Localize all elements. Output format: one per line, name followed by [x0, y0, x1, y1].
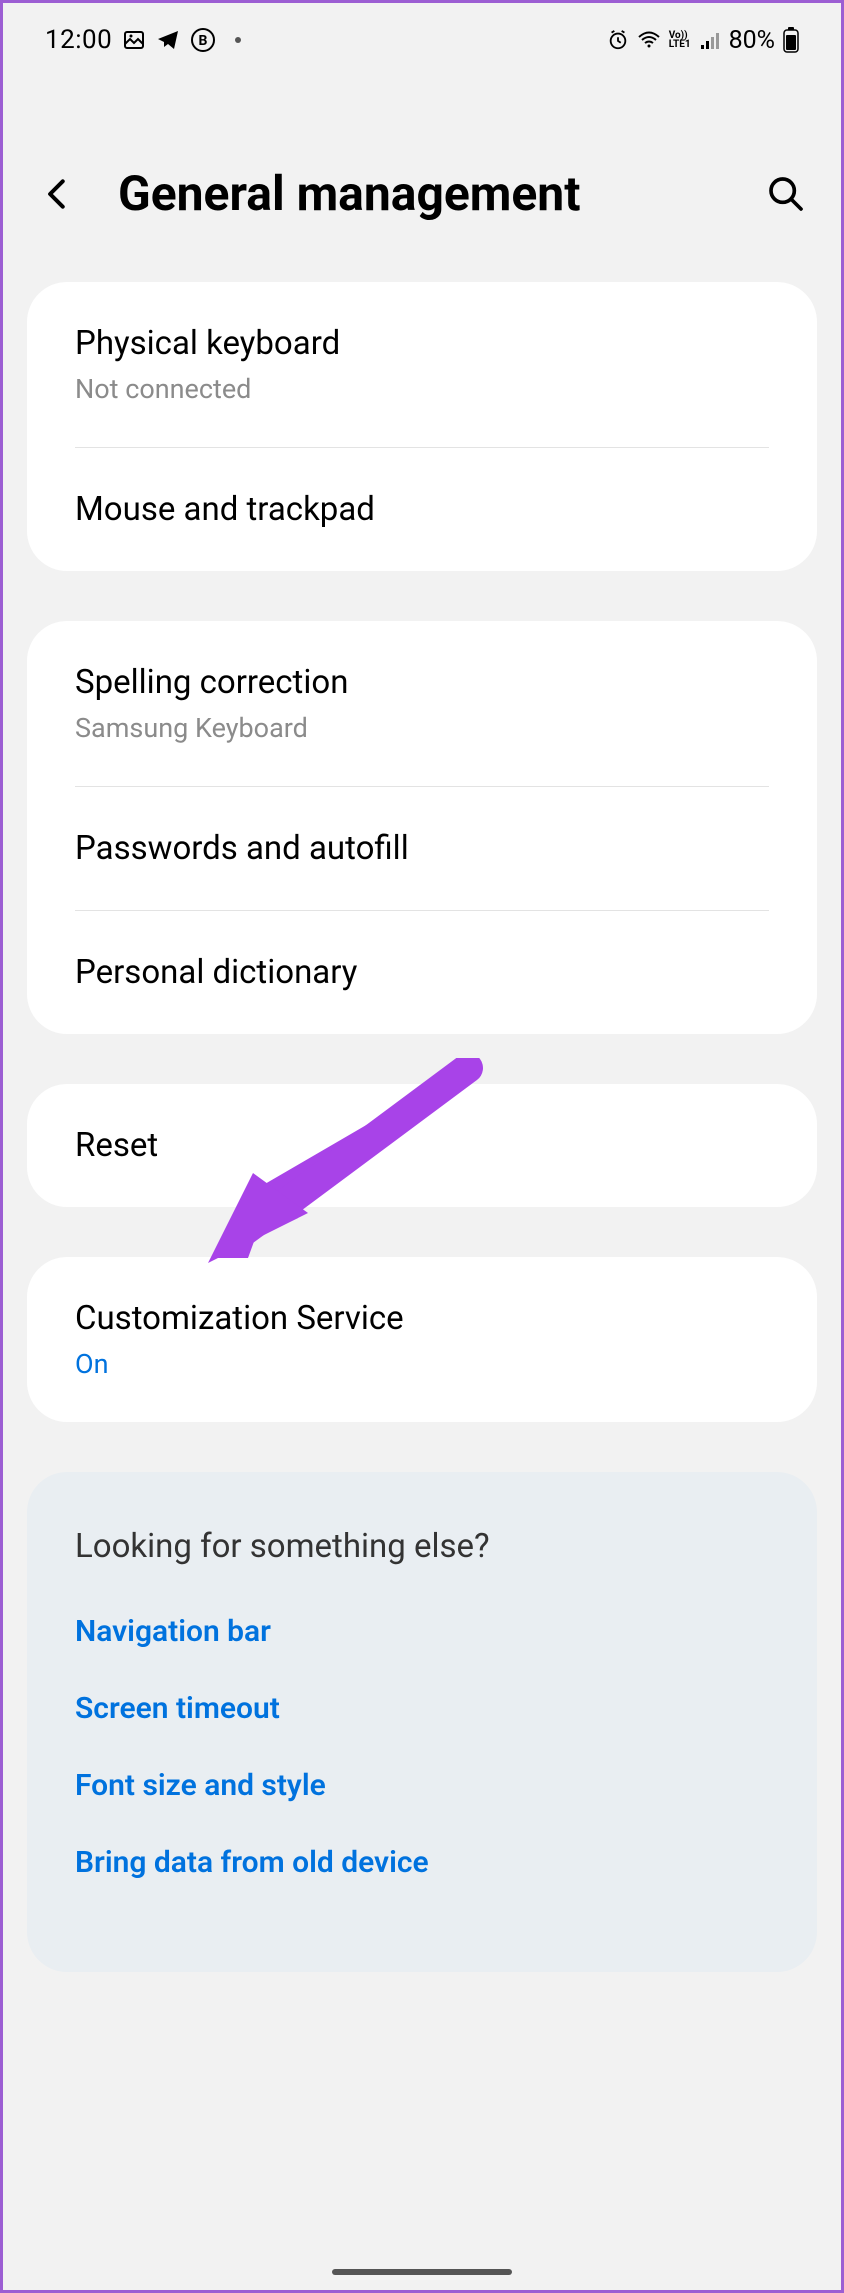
suggestion-screen-timeout[interactable]: Screen timeout [75, 1691, 769, 1726]
item-subtitle: Not connected [75, 373, 769, 405]
item-subtitle: Samsung Keyboard [75, 712, 769, 744]
status-left: 12:00 B [45, 25, 242, 55]
customization-service-item[interactable]: Customization Service On [27, 1257, 817, 1422]
suggestion-font-size[interactable]: Font size and style [75, 1768, 769, 1803]
search-button[interactable] [761, 169, 811, 219]
passwords-autofill-item[interactable]: Passwords and autofill [27, 787, 817, 910]
battery-percentage: 80% [729, 26, 775, 55]
spelling-correction-item[interactable]: Spelling correction Samsung Keyboard [27, 621, 817, 786]
settings-group-reset: Reset [27, 1084, 817, 1207]
suggestion-bring-data[interactable]: Bring data from old device [75, 1845, 769, 1880]
telegram-icon [156, 28, 180, 52]
home-indicator[interactable] [332, 2269, 512, 2275]
reset-item[interactable]: Reset [27, 1084, 817, 1207]
item-title: Personal dictionary [75, 953, 769, 992]
signal-icon [699, 29, 721, 51]
item-title: Customization Service [75, 1299, 769, 1338]
suggestion-navigation-bar[interactable]: Navigation bar [75, 1614, 769, 1649]
page-title: General management [118, 165, 726, 222]
b-circle-icon: B [190, 27, 216, 53]
alarm-icon [607, 29, 629, 51]
search-icon [766, 174, 806, 214]
picture-icon [122, 28, 146, 52]
item-title: Reset [75, 1126, 769, 1165]
item-title: Passwords and autofill [75, 829, 769, 868]
personal-dictionary-item[interactable]: Personal dictionary [27, 911, 817, 1034]
settings-group-input: Physical keyboard Not connected Mouse an… [27, 282, 817, 571]
mouse-trackpad-item[interactable]: Mouse and trackpad [27, 448, 817, 571]
status-time: 12:00 [45, 25, 112, 55]
suggestions-panel: Looking for something else? Navigation b… [27, 1472, 817, 1972]
back-button[interactable] [33, 169, 83, 219]
settings-group-customization: Customization Service On [27, 1257, 817, 1422]
item-title: Physical keyboard [75, 324, 769, 363]
volte-icon: Vo))LTE1 [669, 31, 691, 49]
chevron-left-icon [39, 175, 77, 213]
status-right: Vo))LTE1 80% [607, 26, 799, 55]
svg-text:B: B [199, 33, 208, 49]
item-title: Mouse and trackpad [75, 490, 769, 529]
battery-icon [783, 27, 799, 53]
physical-keyboard-item[interactable]: Physical keyboard Not connected [27, 282, 817, 447]
item-status: On [75, 1348, 769, 1380]
item-title: Spelling correction [75, 663, 769, 702]
status-bar: 12:00 B Vo))LTE1 80% [3, 3, 841, 65]
settings-group-text: Spelling correction Samsung Keyboard Pas… [27, 621, 817, 1034]
wifi-icon [637, 28, 661, 52]
page-header: General management [3, 65, 841, 282]
suggestions-title: Looking for something else? [75, 1527, 769, 1566]
dot-icon [234, 36, 242, 44]
